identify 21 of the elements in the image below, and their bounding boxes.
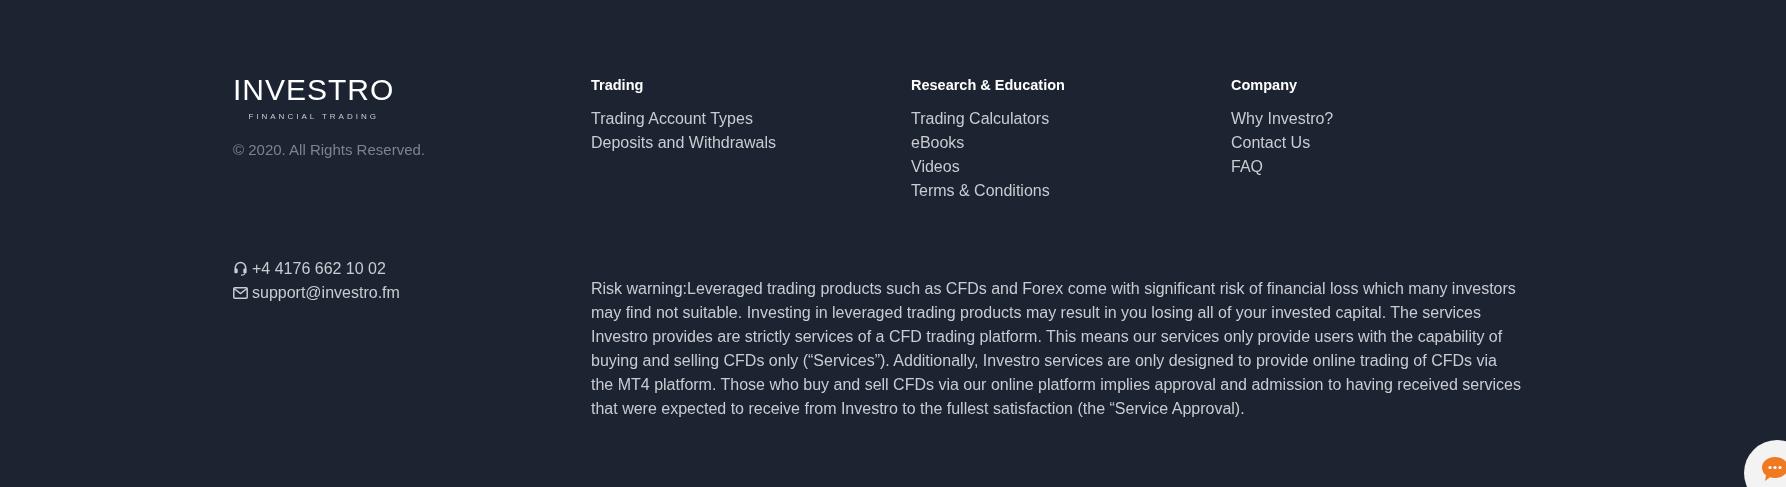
footer-link[interactable]: Contact Us xyxy=(1231,130,1551,155)
risk-warning-text: Risk warning:Leveraged trading products such as CFDs and Forex come with significant risk of financial loss which many investors may find not suitable. Investing in leveraged trading products may result in you losing all of your invested capital. The services Investro provides are strictly services of a CFD trading platform. This means our services only provide users with the capability of buying and selling CFDs only (“Services”). Additionally, Investro services are only designed to provide online trading of CFDs via the MT4 platform. Those who buy and sell CFDs via our online platform implies approval and admission to having received services that were expected to receive from Investro to the fullest satisfaction (the “Service Approval). xyxy=(591,278,1521,419)
footer-link[interactable]: Videos xyxy=(911,154,1231,179)
footer-link[interactable]: Trading Calculators xyxy=(911,106,1231,131)
email-address: support@investro.fm xyxy=(252,282,400,303)
column-heading: Research & Education xyxy=(911,76,1066,95)
logo-wordmark: INVESTRO xyxy=(233,75,395,105)
footer-link[interactable]: Trading Account Types xyxy=(591,106,911,131)
copyright-text: © 2020. All Rights Reserved. xyxy=(233,140,426,160)
footer-link[interactable]: Why Investro? xyxy=(1231,106,1551,131)
headset-icon xyxy=(233,261,248,277)
phone-number: +4 4176 662 10 02 xyxy=(252,258,386,279)
column-heading: Company xyxy=(1231,76,1299,95)
footer-link[interactable]: FAQ xyxy=(1231,154,1551,179)
footer-link[interactable]: eBooks xyxy=(911,130,1231,155)
column-heading: Trading xyxy=(591,76,645,95)
footer-link[interactable]: Deposits and Withdrawals xyxy=(591,130,911,155)
footer-link[interactable]: Terms & Conditions xyxy=(911,178,1231,203)
chat-icon xyxy=(1761,456,1786,482)
envelope-icon xyxy=(233,286,248,299)
logo-tagline: FINANCIAL TRADING xyxy=(248,111,379,123)
